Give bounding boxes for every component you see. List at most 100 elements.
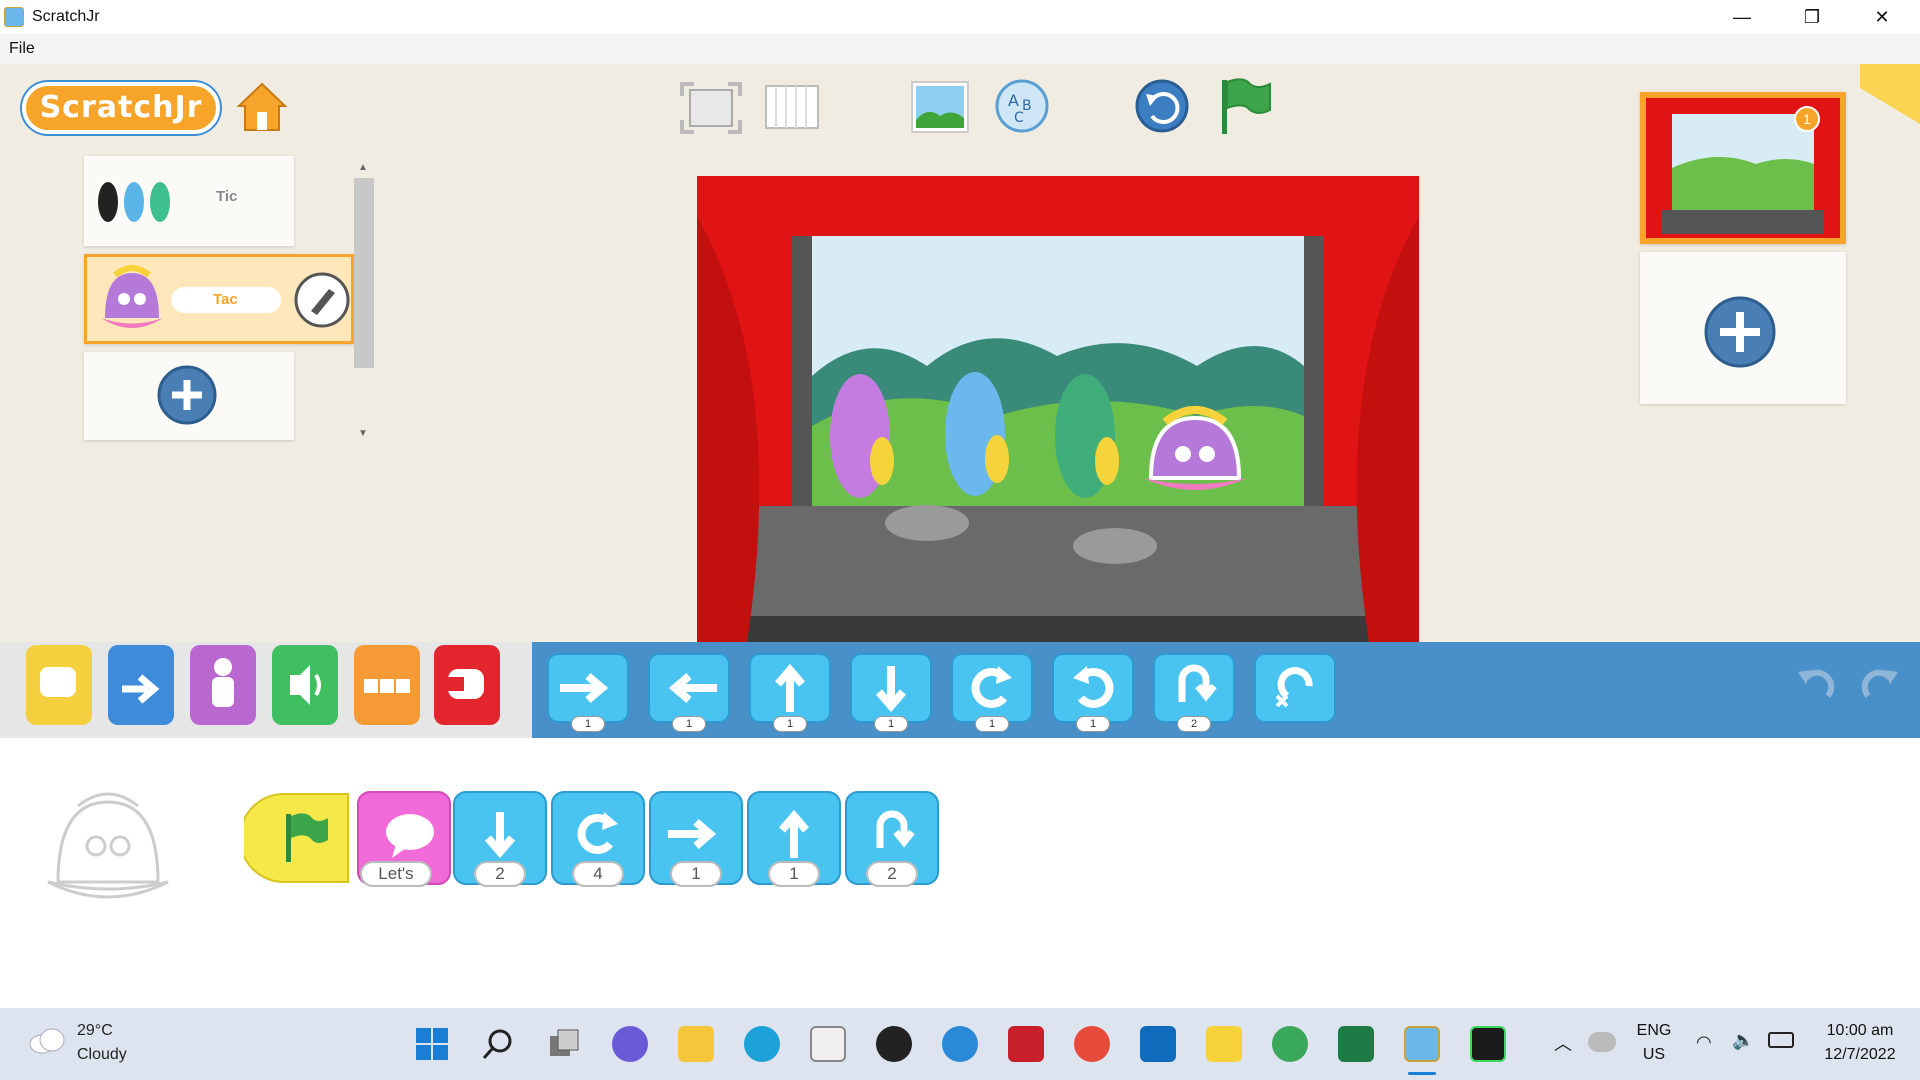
palette-block-turn-left[interactable]	[1051, 652, 1135, 724]
weather-temperature[interactable]: 29°C	[77, 1022, 113, 1040]
pycharm-icon[interactable]	[1470, 1026, 1506, 1062]
script-block-value[interactable]: 4	[572, 861, 624, 887]
sprite-card-tic[interactable]: Tic	[84, 156, 294, 246]
add-sprite-icon[interactable]	[156, 364, 218, 426]
undo-icon[interactable]	[1792, 656, 1842, 706]
script-block-value[interactable]: 1	[670, 861, 722, 887]
scroll-down-arrow-icon[interactable]: ▼	[358, 428, 368, 439]
scratchjr-app-icon	[4, 7, 24, 27]
start-windows-icon[interactable]	[414, 1026, 450, 1062]
palette-block-move-down[interactable]	[849, 652, 933, 724]
sprite-thumbnail-tac	[101, 265, 163, 328]
palette-block-move-right[interactable]	[546, 652, 630, 724]
edge-browser-icon[interactable]	[744, 1026, 780, 1062]
character-tic-green[interactable]	[1037, 366, 1137, 526]
mcafee-icon[interactable]	[1008, 1026, 1044, 1062]
category-control-button[interactable]	[354, 645, 420, 725]
script-block-green-flag[interactable]	[239, 790, 352, 886]
minimize-button[interactable]: —	[1712, 0, 1772, 34]
battery-icon[interactable]	[1768, 1032, 1794, 1048]
palette-block-move-up[interactable]	[748, 652, 832, 724]
unity-hub-icon[interactable]	[876, 1026, 912, 1062]
green-flag-icon[interactable]	[1216, 76, 1274, 136]
chrome-profile-l-icon[interactable]	[1272, 1026, 1308, 1062]
task-view-icon[interactable]	[546, 1026, 582, 1062]
motion-category-icon	[122, 674, 160, 704]
active-app-indicator	[1408, 1072, 1436, 1075]
palette-block-value: 2	[1177, 716, 1211, 732]
window-title: ScratchJr	[32, 8, 100, 25]
palette-block-value: 1	[1076, 716, 1110, 732]
search-icon[interactable]	[480, 1026, 516, 1062]
home-icon[interactable]	[235, 80, 289, 134]
cloud-weather-icon[interactable]	[26, 1026, 68, 1056]
svg-text:A: A	[1008, 91, 1019, 110]
show-hidden-icons-icon[interactable]: ︿	[1554, 1030, 1572, 1056]
menu-bar: File	[0, 34, 1920, 64]
fullscreen-icon[interactable]	[678, 80, 744, 136]
category-looks-button[interactable]	[190, 645, 256, 725]
text-icon[interactable]: A B C	[994, 78, 1050, 134]
microsoft-store-icon[interactable]	[810, 1026, 846, 1062]
menu-file[interactable]: File	[9, 40, 35, 58]
sprite-card-tac[interactable]: Tac	[84, 254, 354, 344]
reset-icon[interactable]	[1134, 78, 1190, 134]
volume-icon[interactable]: 🔈	[1732, 1030, 1754, 1051]
character-tic-purple[interactable]	[812, 366, 912, 526]
paint-editor-icon[interactable]	[293, 271, 351, 329]
scratchjr-taskbar-icon[interactable]	[1404, 1026, 1440, 1062]
wifi-icon[interactable]: ◠	[1696, 1032, 1712, 1053]
restore-button[interactable]: ❐	[1782, 0, 1842, 34]
sprite-list-scrollbar[interactable]	[354, 178, 374, 368]
chrome-profile-r-icon[interactable]	[1074, 1026, 1110, 1062]
teams-chat-icon[interactable]	[612, 1026, 648, 1062]
sound-category-icon	[290, 665, 321, 705]
trigger-category-icon	[40, 667, 76, 697]
sprite-name-field[interactable]: Tac	[171, 287, 281, 313]
palette-block-value: 1	[874, 716, 908, 732]
category-sound-button[interactable]	[272, 645, 338, 725]
category-triggering-button[interactable]	[26, 645, 92, 725]
background-icon[interactable]	[910, 80, 970, 134]
get-help-icon[interactable]	[942, 1026, 978, 1062]
category-end-button[interactable]	[434, 645, 500, 725]
scratchjr-logo: ScratchJr	[22, 82, 220, 134]
script-block-value[interactable]: 2	[474, 861, 526, 887]
palette-block-turn-right[interactable]	[950, 652, 1034, 724]
onedrive-icon[interactable]	[1588, 1032, 1616, 1052]
input-language[interactable]: ENG	[1632, 1022, 1676, 1040]
end-category-icon	[448, 669, 484, 699]
hop-icon	[1153, 653, 1235, 723]
weather-condition[interactable]: Cloudy	[77, 1046, 127, 1064]
page-thumbnail-1[interactable]: 1	[1640, 92, 1846, 244]
clock-date[interactable]: 12/7/2022	[1808, 1046, 1912, 1064]
stage[interactable]	[697, 176, 1419, 642]
outlook-icon[interactable]	[1140, 1026, 1176, 1062]
script-block-value[interactable]: 2	[866, 861, 918, 887]
close-button[interactable]: ✕	[1852, 0, 1912, 34]
scroll-up-arrow-icon[interactable]: ▲	[358, 162, 368, 173]
sprite-thumbnail-tic	[98, 182, 170, 222]
category-motion-button[interactable]	[108, 645, 174, 725]
grid-icon[interactable]	[764, 84, 820, 130]
clock-time[interactable]: 10:00 am	[1808, 1022, 1912, 1040]
title-bar: ScratchJr — ❐ ✕	[0, 0, 1920, 34]
palette-block-move-left[interactable]	[647, 652, 731, 724]
add-page-icon[interactable]	[1702, 294, 1778, 370]
character-tic-blue[interactable]	[927, 364, 1027, 524]
file-explorer-icon[interactable]	[678, 1026, 714, 1062]
looks-category-icon	[212, 658, 234, 707]
excel-icon[interactable]	[1338, 1026, 1374, 1062]
palette-block-value: 1	[672, 716, 706, 732]
say-text-field[interactable]: Let's	[360, 861, 432, 887]
palette-block-value: 1	[571, 716, 605, 732]
palette-block-go-home[interactable]	[1253, 652, 1337, 724]
sticky-notes-icon[interactable]	[1206, 1026, 1242, 1062]
sprite-name-tac: Tac	[213, 291, 238, 308]
character-tac[interactable]	[1137, 398, 1253, 514]
script-block-value[interactable]: 1	[768, 861, 820, 887]
redo-icon[interactable]	[1854, 656, 1904, 706]
green-flag-icon	[239, 793, 349, 883]
input-region[interactable]: US	[1632, 1046, 1676, 1064]
palette-block-hop[interactable]	[1152, 652, 1236, 724]
